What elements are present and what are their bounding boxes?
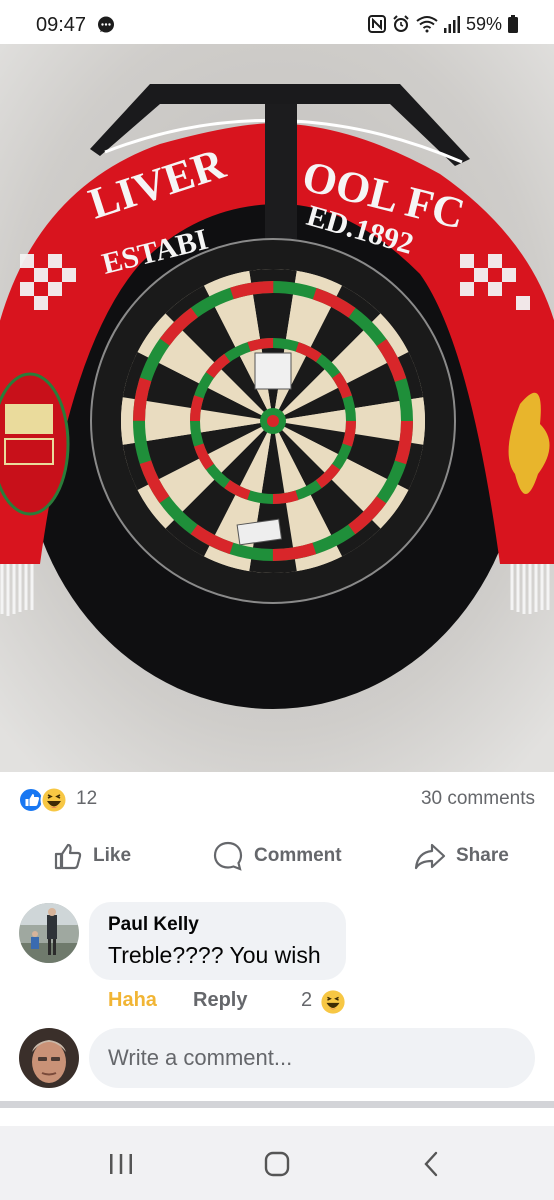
reaction-count: 12 bbox=[76, 788, 98, 809]
messenger-icon bbox=[98, 16, 114, 33]
comment-reaction-count[interactable]: 2 bbox=[301, 989, 312, 1012]
nfc-icon bbox=[367, 15, 386, 33]
comment-bubble[interactable]: Paul Kelly Treble???? You wish bbox=[89, 902, 346, 980]
haha-reaction-icon[interactable] bbox=[320, 989, 346, 1015]
comment-author[interactable]: Paul Kelly bbox=[108, 914, 199, 936]
battery-icon bbox=[508, 15, 518, 33]
post-photo[interactable]: LIVER OOL FC ESTABI ED.1892 bbox=[0, 44, 554, 772]
section-divider bbox=[0, 1101, 554, 1108]
back-icon bbox=[424, 1151, 438, 1177]
back-button[interactable] bbox=[412, 1148, 452, 1180]
recent-apps-button[interactable] bbox=[101, 1148, 141, 1180]
next-post-peek bbox=[0, 1108, 554, 1126]
current-user-avatar[interactable] bbox=[19, 1028, 79, 1088]
like-button[interactable]: Like bbox=[53, 836, 131, 876]
battery-percent: 59% bbox=[465, 13, 502, 34]
recent-apps-icon bbox=[110, 1154, 132, 1174]
comment-label: Comment bbox=[254, 845, 342, 866]
share-icon bbox=[414, 843, 446, 870]
home-icon bbox=[264, 1151, 290, 1177]
comment-input[interactable]: Write a comment... bbox=[89, 1028, 535, 1088]
status-time: 09:47 bbox=[36, 14, 87, 36]
reactions-summary[interactable]: 12 30 comments bbox=[0, 772, 554, 826]
commenter-avatar[interactable] bbox=[19, 903, 79, 963]
status-icons: 59% bbox=[367, 12, 518, 36]
comment-actions: Haha Reply 2 bbox=[108, 988, 368, 1018]
comment-input-placeholder: Write a comment... bbox=[108, 1045, 293, 1070]
comment-haha-button[interactable]: Haha bbox=[108, 989, 157, 1012]
home-button[interactable] bbox=[257, 1148, 297, 1180]
reaction-icons bbox=[18, 786, 68, 814]
avatar-image bbox=[19, 1028, 79, 1088]
comment-text: Treble???? You wish bbox=[108, 942, 321, 968]
wifi-icon bbox=[416, 16, 438, 33]
comments-count-link[interactable]: 30 comments bbox=[421, 788, 535, 810]
comment-icon bbox=[213, 841, 243, 871]
share-label: Share bbox=[456, 845, 509, 866]
like-reaction-icon bbox=[18, 787, 44, 813]
share-button[interactable]: Share bbox=[414, 836, 509, 876]
like-icon bbox=[54, 843, 82, 870]
comment-button[interactable]: Comment bbox=[212, 836, 342, 876]
like-label: Like bbox=[93, 845, 132, 866]
avatar-image bbox=[19, 903, 79, 963]
dartboard-photo: LIVER OOL FC ESTABI ED.1892 bbox=[0, 44, 554, 772]
haha-reaction-icon bbox=[40, 786, 68, 814]
signal-icon bbox=[443, 16, 460, 33]
post-actions: Like Comment Share bbox=[0, 830, 554, 882]
status-bar: 09:47 59% bbox=[0, 0, 554, 44]
comment-reply-button[interactable]: Reply bbox=[193, 989, 247, 1012]
alarm-icon bbox=[393, 15, 409, 32]
android-nav-bar bbox=[0, 1126, 554, 1200]
